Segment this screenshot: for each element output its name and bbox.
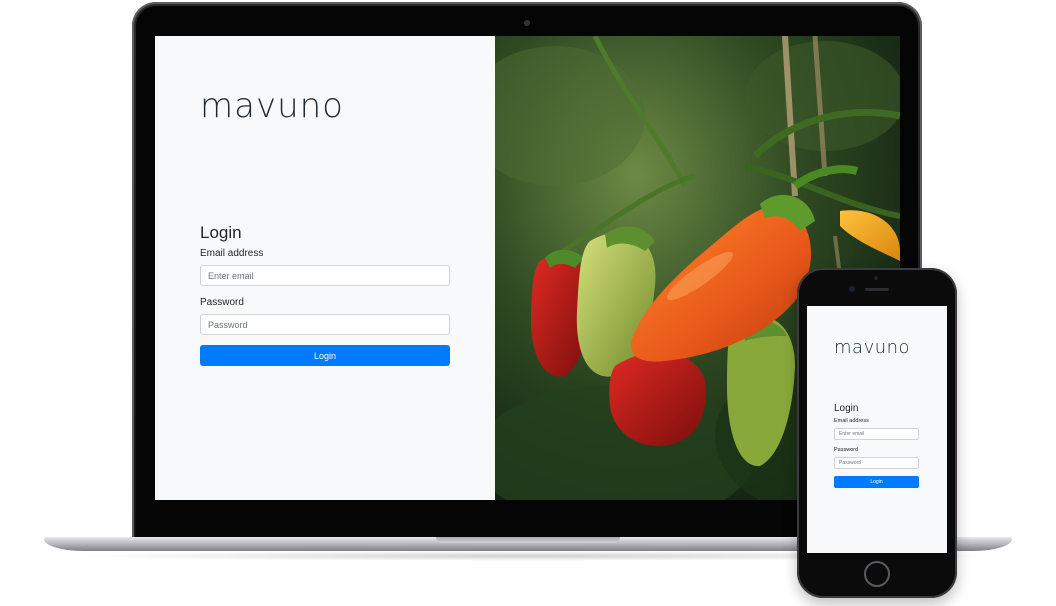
phone-camera-icon — [849, 286, 855, 292]
brand-logo-mobile: mavuno — [834, 337, 911, 358]
laptop-screen: mavuno Login Email address Password Logi… — [155, 36, 900, 500]
phone-screen: mavuno Login Email address Password Logi… — [807, 306, 947, 553]
laptop-hinge-notch — [436, 537, 620, 543]
brand-logo: mavuno — [200, 86, 344, 126]
login-title: Login — [200, 223, 242, 242]
password-label: Password — [200, 297, 244, 308]
password-input[interactable] — [200, 314, 450, 335]
phone-sensor-icon — [874, 276, 878, 280]
login-title-mobile: Login — [834, 403, 859, 414]
login-panel: mavuno Login Email address Password Logi… — [155, 36, 495, 500]
phone-home-button[interactable] — [864, 561, 890, 587]
login-button-mobile[interactable]: Login — [834, 476, 919, 488]
email-input[interactable] — [200, 265, 450, 286]
email-label: Email address — [200, 248, 264, 259]
password-label-mobile: Password — [834, 447, 859, 453]
email-input-mobile[interactable] — [834, 428, 919, 440]
laptop-camera-icon — [524, 20, 530, 26]
password-input-mobile[interactable] — [834, 457, 919, 469]
login-button[interactable]: Login — [200, 345, 450, 366]
phone-speaker-icon — [865, 288, 889, 291]
email-label-mobile: Email address — [834, 418, 869, 424]
